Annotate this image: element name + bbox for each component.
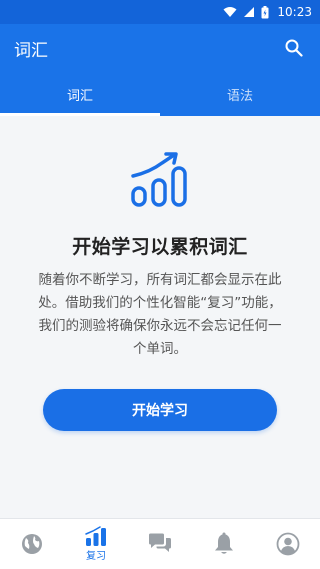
nav-item-explore[interactable] <box>0 519 64 569</box>
search-icon <box>285 39 303 57</box>
tab-label: 词汇 <box>66 88 93 104</box>
tab-grammar[interactable]: 语法 <box>160 72 320 116</box>
nav-item-chat[interactable] <box>128 519 192 569</box>
battery-icon <box>261 5 269 18</box>
wifi-icon <box>223 7 237 17</box>
status-bar: 10:23 <box>0 0 320 24</box>
chat-icon <box>149 533 171 552</box>
search-button[interactable] <box>282 36 306 60</box>
bar-chart-icon <box>85 526 106 546</box>
empty-state-description: 随着你不断学习，所有词汇都会显示在此处。借助我们的个性化智能“复习”功能，我们的… <box>38 272 282 357</box>
nav-item-profile[interactable] <box>256 519 320 569</box>
start-learning-button[interactable]: 开始学习 <box>43 389 277 431</box>
tab-vocabulary[interactable]: 词汇 <box>0 72 160 116</box>
tab-label: 语法 <box>226 88 253 104</box>
nav-item-notifications[interactable] <box>192 519 256 569</box>
empty-state: 开始学习以累积词汇 随着你不断学习，所有词汇都会显示在此处。借助我们的个性化智能… <box>0 116 320 518</box>
progress-chart-icon <box>131 152 187 207</box>
status-time: 10:23 <box>277 5 312 19</box>
nav-label-review: 复习 <box>86 551 106 562</box>
signal-icon <box>244 7 255 17</box>
profile-icon <box>276 532 300 556</box>
start-learning-label: 开始学习 <box>132 403 188 419</box>
empty-state-title: 开始学习以累积词汇 <box>72 236 248 258</box>
page-title: 词汇 <box>14 40 48 61</box>
nav-item-review[interactable]: 复习 <box>64 519 128 569</box>
globe-icon <box>22 534 42 554</box>
tab-bar: 词汇 语法 <box>0 72 320 116</box>
bell-icon <box>215 532 233 554</box>
bottom-nav: 复习 <box>0 518 320 569</box>
app-bar: 词汇 <box>0 24 320 72</box>
